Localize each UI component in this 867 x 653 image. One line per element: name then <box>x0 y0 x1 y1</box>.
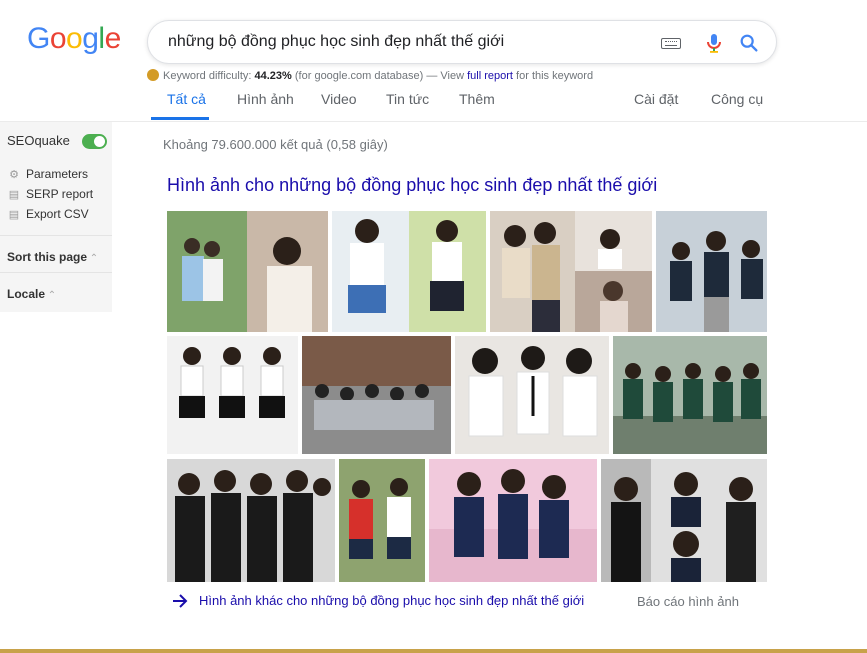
kd-note: (for google.com database) — View <box>294 70 465 82</box>
images-heading-link[interactable]: Hình ảnh cho những bộ đồng phục học sinh… <box>167 175 657 196</box>
active-tab-indicator <box>151 117 209 120</box>
tabs-divider <box>0 121 867 122</box>
image-result[interactable] <box>613 336 767 454</box>
search-icon[interactable] <box>738 32 760 54</box>
settings-link[interactable]: Cài đặt <box>634 91 678 107</box>
sort-this-page[interactable]: Sort this page <box>7 250 98 264</box>
tab-all[interactable]: Tất cả <box>167 91 206 107</box>
image-result[interactable] <box>455 336 609 454</box>
more-images-link[interactable]: Hình ảnh khác cho những bộ đồng phục học… <box>199 593 584 608</box>
seoquake-sidebar: SEOquake ⚙ Parameters ▤ SERP report ▤ Expor… <box>0 122 112 312</box>
search-input[interactable]: những bộ đồng phục học sinh đẹp nhất thế… <box>168 33 504 51</box>
divider <box>0 235 112 236</box>
tab-news[interactable]: Tin tức <box>386 91 429 107</box>
keyword-difficulty-bar: Keyword difficulty: 44.23% (for google.c… <box>147 69 593 82</box>
seoquake-title: SEOquake <box>7 133 70 148</box>
logo-letter: o <box>66 22 83 55</box>
tab-videos[interactable]: Video <box>321 91 357 107</box>
search-tabs: Tất cả Hình ảnh Video Tin tức Thêm Cài đ… <box>0 88 867 121</box>
sidebar-item-export-csv[interactable]: ▤ Export CSV <box>8 207 89 221</box>
export-icon: ▤ <box>8 209 20 221</box>
google-logo[interactable]: Google <box>27 22 121 56</box>
arrow-right-icon[interactable] <box>171 592 189 610</box>
logo-letter: o <box>49 22 67 55</box>
image-result[interactable] <box>332 211 486 332</box>
logo-letter: e <box>104 22 122 55</box>
seoquake-toggle[interactable] <box>82 134 107 149</box>
sidebar-item-label: Parameters <box>26 167 89 181</box>
tab-images[interactable]: Hình ảnh <box>237 91 294 107</box>
gear-icon: ⚙ <box>9 169 19 181</box>
keyboard-icon[interactable] <box>661 38 681 49</box>
report-icon: ▤ <box>8 189 20 201</box>
sidebar-item-parameters[interactable]: ⚙ Parameters <box>8 167 88 181</box>
logo-letter: g <box>82 22 99 55</box>
sidebar-item-label: SERP report <box>26 187 94 201</box>
bottom-border <box>0 649 867 653</box>
sidebar-item-serp-report[interactable]: ▤ SERP report <box>8 187 93 201</box>
logo-letter: G <box>27 22 50 55</box>
image-result[interactable] <box>167 336 298 454</box>
kd-value: 44.23% <box>254 70 292 82</box>
image-result[interactable] <box>656 211 767 332</box>
image-result[interactable] <box>167 459 335 582</box>
sidebar-item-label: Export CSV <box>26 207 89 221</box>
full-report-link[interactable]: full report <box>467 70 513 82</box>
tab-more[interactable]: Thêm <box>459 91 495 107</box>
locale-section[interactable]: Locale <box>7 287 56 301</box>
divider <box>0 272 112 273</box>
tools-link[interactable]: Công cụ <box>711 91 763 107</box>
seoquake-icon <box>147 69 159 81</box>
image-result[interactable] <box>167 211 328 332</box>
search-box[interactable]: những bộ đồng phục học sinh đẹp nhất thế… <box>147 20 777 64</box>
image-result[interactable] <box>429 459 597 582</box>
report-images-link[interactable]: Báo cáo hình ảnh <box>637 594 739 609</box>
image-result[interactable] <box>601 459 767 582</box>
kd-tail: for this keyword <box>516 70 594 82</box>
kd-label: Keyword difficulty: <box>163 70 252 82</box>
image-result[interactable] <box>302 336 451 454</box>
image-result[interactable] <box>490 211 652 332</box>
result-stats: Khoảng 79.600.000 kết quả (0,58 giây) <box>163 137 388 152</box>
more-images-row: Hình ảnh khác cho những bộ đồng phục học… <box>167 592 767 612</box>
mic-icon[interactable] <box>702 31 726 55</box>
image-result[interactable] <box>339 459 425 582</box>
